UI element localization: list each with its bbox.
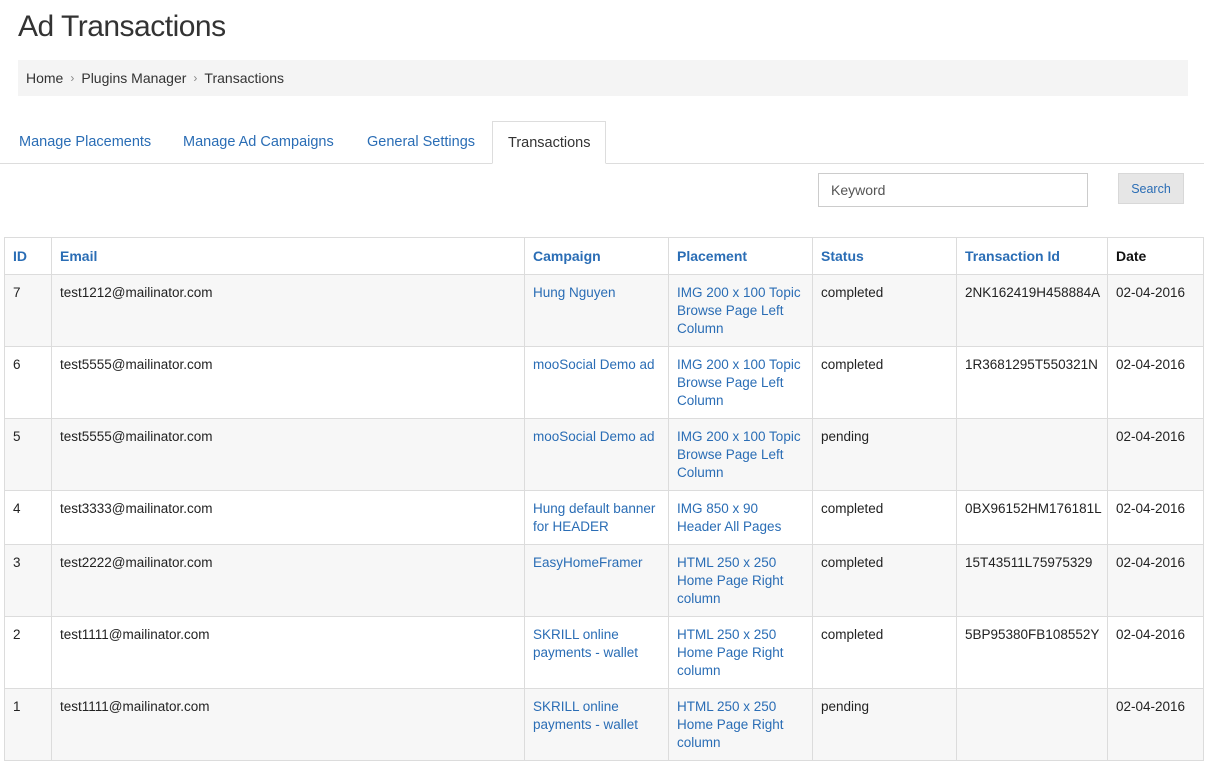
cell-email: test3333@mailinator.com xyxy=(51,490,525,545)
cell-id: 6 xyxy=(4,346,52,419)
cell-email: test5555@mailinator.com xyxy=(51,418,525,491)
cell-date: 02-04-2016 xyxy=(1107,544,1204,617)
breadcrumb: Home › Plugins Manager › Transactions xyxy=(18,60,1188,96)
tab-transactions[interactable]: Transactions xyxy=(492,121,607,164)
table-row: 6 test5555@mailinator.com mooSocial Demo… xyxy=(4,346,1204,419)
tab-manage-placements[interactable]: Manage Placements xyxy=(19,121,151,163)
table-row: 3 test2222@mailinator.com EasyHomeFramer… xyxy=(4,544,1204,617)
table-row: 4 test3333@mailinator.com Hung default b… xyxy=(4,490,1204,545)
cell-campaign-link[interactable]: Hung Nguyen xyxy=(524,274,669,347)
cell-placement-link[interactable]: IMG 200 x 100 Topic Browse Page Left Col… xyxy=(668,346,813,419)
cell-transaction-id: 5BP95380FB108552Y xyxy=(956,616,1108,689)
column-header-id[interactable]: ID xyxy=(4,237,52,275)
cell-id: 1 xyxy=(4,688,52,761)
cell-status: completed xyxy=(812,544,957,617)
tab-general-settings[interactable]: General Settings xyxy=(367,121,475,163)
cell-email: test2222@mailinator.com xyxy=(51,544,525,617)
breadcrumb-item-plugins-manager[interactable]: Plugins Manager xyxy=(81,70,186,86)
table-row: 2 test1111@mailinator.com SKRILL online … xyxy=(4,616,1204,689)
cell-email: test1212@mailinator.com xyxy=(51,274,525,347)
cell-transaction-id: 15T43511L75975329 xyxy=(956,544,1108,617)
cell-campaign-link[interactable]: Hung default banner for HEADER xyxy=(524,490,669,545)
cell-campaign-link[interactable]: SKRILL online payments - wallet xyxy=(524,688,669,761)
page-title: Ad Transactions xyxy=(18,10,226,43)
search-button[interactable]: Search xyxy=(1118,173,1184,204)
column-header-status[interactable]: Status xyxy=(812,237,957,275)
cell-id: 2 xyxy=(4,616,52,689)
cell-transaction-id: 1R3681295T550321N xyxy=(956,346,1108,419)
cell-email: test5555@mailinator.com xyxy=(51,346,525,419)
cell-id: 3 xyxy=(4,544,52,617)
cell-date: 02-04-2016 xyxy=(1107,346,1204,419)
cell-id: 4 xyxy=(4,490,52,545)
table-row: 5 test5555@mailinator.com mooSocial Demo… xyxy=(4,418,1204,491)
cell-email: test1111@mailinator.com xyxy=(51,616,525,689)
chevron-right-icon: › xyxy=(193,71,198,85)
table-header-row: ID Email Campaign Placement Status Trans… xyxy=(4,237,1204,275)
cell-transaction-id xyxy=(956,688,1108,761)
cell-status: completed xyxy=(812,274,957,347)
keyword-search-input[interactable] xyxy=(818,173,1088,207)
cell-status: completed xyxy=(812,346,957,419)
cell-date: 02-04-2016 xyxy=(1107,616,1204,689)
table-row: 7 test1212@mailinator.com Hung Nguyen IM… xyxy=(4,274,1204,347)
column-header-email[interactable]: Email xyxy=(51,237,525,275)
cell-date: 02-04-2016 xyxy=(1107,490,1204,545)
breadcrumb-item-home[interactable]: Home xyxy=(26,70,63,86)
column-header-campaign[interactable]: Campaign xyxy=(524,237,669,275)
breadcrumb-item-transactions: Transactions xyxy=(204,70,285,86)
cell-transaction-id xyxy=(956,418,1108,491)
cell-transaction-id: 2NK162419H458884A xyxy=(956,274,1108,347)
transactions-table: ID Email Campaign Placement Status Trans… xyxy=(4,237,1204,761)
cell-placement-link[interactable]: IMG 200 x 100 Topic Browse Page Left Col… xyxy=(668,418,813,491)
cell-id: 7 xyxy=(4,274,52,347)
tab-bar: Manage Placements Manage Ad Campaigns Ge… xyxy=(0,121,1204,164)
column-header-placement[interactable]: Placement xyxy=(668,237,813,275)
cell-status: pending xyxy=(812,418,957,491)
cell-campaign-link[interactable]: EasyHomeFramer xyxy=(524,544,669,617)
column-header-date: Date xyxy=(1107,237,1204,275)
cell-email: test1111@mailinator.com xyxy=(51,688,525,761)
cell-placement-link[interactable]: IMG 850 x 90 Header All Pages xyxy=(668,490,813,545)
cell-placement-link[interactable]: HTML 250 x 250 Home Page Right column xyxy=(668,544,813,617)
cell-status: pending xyxy=(812,688,957,761)
cell-id: 5 xyxy=(4,418,52,491)
cell-transaction-id: 0BX96152HM176181L xyxy=(956,490,1108,545)
cell-placement-link[interactable]: IMG 200 x 100 Topic Browse Page Left Col… xyxy=(668,274,813,347)
cell-date: 02-04-2016 xyxy=(1107,418,1204,491)
tab-manage-ad-campaigns[interactable]: Manage Ad Campaigns xyxy=(183,121,334,163)
cell-status: completed xyxy=(812,616,957,689)
cell-placement-link[interactable]: HTML 250 x 250 Home Page Right column xyxy=(668,616,813,689)
table-row: 1 test1111@mailinator.com SKRILL online … xyxy=(4,688,1204,761)
cell-placement-link[interactable]: HTML 250 x 250 Home Page Right column xyxy=(668,688,813,761)
cell-campaign-link[interactable]: SKRILL online payments - wallet xyxy=(524,616,669,689)
cell-campaign-link[interactable]: mooSocial Demo ad xyxy=(524,346,669,419)
cell-status: completed xyxy=(812,490,957,545)
cell-date: 02-04-2016 xyxy=(1107,688,1204,761)
cell-date: 02-04-2016 xyxy=(1107,274,1204,347)
cell-campaign-link[interactable]: mooSocial Demo ad xyxy=(524,418,669,491)
column-header-transaction-id[interactable]: Transaction Id xyxy=(956,237,1108,275)
chevron-right-icon: › xyxy=(70,71,75,85)
